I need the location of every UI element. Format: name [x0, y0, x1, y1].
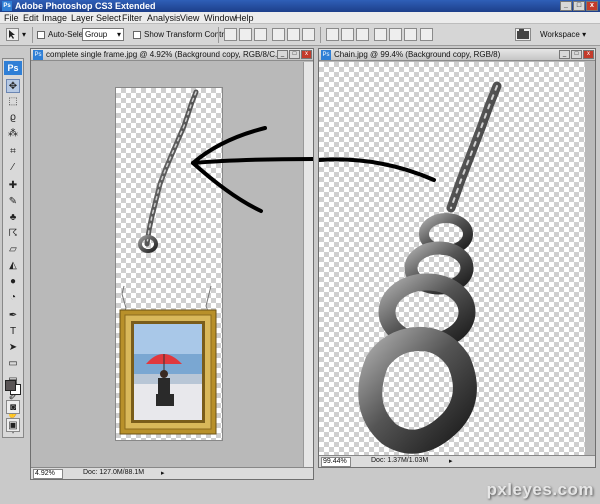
- doc-close-button[interactable]: x: [301, 50, 312, 59]
- menu-view[interactable]: View: [180, 13, 199, 23]
- doc-size-info[interactable]: Doc: 1.37M/1.03M: [371, 457, 428, 464]
- menu-layer[interactable]: Layer: [71, 13, 94, 23]
- quick-mask-icon[interactable]: ◙: [6, 400, 20, 414]
- status-menu-arrow[interactable]: ▸: [449, 457, 453, 465]
- healing-brush-tool-icon[interactable]: ✚: [6, 179, 20, 193]
- align-hcenter-icon[interactable]: [287, 28, 300, 41]
- document-title: complete single frame.jpg @ 4.92% (Backg…: [46, 50, 282, 59]
- distribute-right-icon[interactable]: [404, 28, 417, 41]
- photoshop-doc-icon: Ps: [33, 50, 43, 60]
- crop-tool-icon[interactable]: ⌗: [6, 145, 20, 159]
- canvas[interactable]: [319, 62, 585, 455]
- document-tab[interactable]: Ps Chain.jpg @ 99.4% (Background copy, R…: [319, 49, 595, 61]
- show-transform-checkbox[interactable]: [133, 31, 141, 39]
- auto-align-icon[interactable]: [420, 28, 433, 41]
- separator: [32, 27, 33, 43]
- brush-tool-icon[interactable]: ✎: [6, 195, 20, 209]
- doc-window-controls: _ □ x: [559, 50, 594, 59]
- paint-bucket-tool-icon[interactable]: ◭: [6, 259, 20, 273]
- document-window-frame: Ps complete single frame.jpg @ 4.92% (Ba…: [30, 48, 314, 480]
- blur-tool-icon[interactable]: ●: [6, 275, 20, 289]
- doc-maximize-button[interactable]: □: [289, 50, 300, 59]
- chevron-down-icon: ▾: [116, 30, 121, 39]
- magic-wand-tool-icon[interactable]: ⁂: [6, 127, 20, 141]
- show-transform-label: Show Transform Controls: [144, 30, 235, 39]
- slice-tool-icon[interactable]: ⁄: [6, 161, 20, 175]
- align-bottom-icon[interactable]: [254, 28, 267, 41]
- distribute-bottom-icon[interactable]: [356, 28, 369, 41]
- separator: [320, 27, 321, 43]
- zoom-field[interactable]: 4.92%: [33, 469, 63, 479]
- document-title: Chain.jpg @ 99.4% (Background copy, RGB/…: [334, 50, 501, 59]
- minimize-button[interactable]: _: [560, 1, 572, 11]
- arrow-annotation: [191, 126, 313, 213]
- window-controls: _ □ x: [560, 1, 598, 11]
- menu-help[interactable]: Help: [235, 13, 254, 23]
- menu-window[interactable]: Window: [204, 13, 236, 23]
- history-brush-tool-icon[interactable]: ☈: [6, 227, 20, 241]
- move-tool-icon[interactable]: ✥: [6, 79, 20, 93]
- doc-close-button[interactable]: x: [583, 50, 594, 59]
- doc-maximize-button[interactable]: □: [571, 50, 582, 59]
- menu-image[interactable]: Image: [42, 13, 67, 23]
- menu-analysis[interactable]: Analysis: [147, 13, 181, 23]
- maximize-button[interactable]: □: [573, 1, 585, 11]
- eraser-tool-icon[interactable]: ▱: [6, 243, 20, 257]
- photoshop-doc-icon: Ps: [321, 50, 331, 60]
- align-right-icon[interactable]: [302, 28, 315, 41]
- move-tool-preset-icon[interactable]: [6, 28, 19, 41]
- status-bar: 99.44% Doc: 1.37M/1.03M ▸: [319, 455, 595, 467]
- align-top-icon[interactable]: [224, 28, 237, 41]
- menu-select[interactable]: Select: [96, 13, 121, 23]
- document-window-chain: Ps Chain.jpg @ 99.4% (Background copy, R…: [318, 48, 596, 468]
- auto-select-value: Group: [85, 30, 108, 39]
- menu-edit[interactable]: Edit: [23, 13, 39, 23]
- workspace-button[interactable]: Workspace ▾: [540, 30, 586, 39]
- doc-minimize-button[interactable]: _: [277, 50, 288, 59]
- watermark-text: pxleyes.com: [486, 480, 594, 499]
- title-bar: Ps Adobe Photoshop CS3 Extended _ □ x: [0, 0, 600, 12]
- distribute-left-icon[interactable]: [374, 28, 387, 41]
- doc-window-controls: _ □ x: [277, 50, 312, 59]
- separator: [218, 27, 219, 43]
- align-left-icon[interactable]: [272, 28, 285, 41]
- photoshop-logo: Ps: [4, 61, 22, 75]
- close-button[interactable]: x: [586, 1, 598, 11]
- clone-stamp-tool-icon[interactable]: ♣: [6, 211, 20, 225]
- doc-minimize-button[interactable]: _: [559, 50, 570, 59]
- photoshop-app-icon: Ps: [2, 1, 12, 11]
- menu-bar: File Edit Image Layer Select Filter Anal…: [0, 12, 600, 24]
- distribute-vcenter-icon[interactable]: [341, 28, 354, 41]
- status-bar: 4.92% Doc: 127.0M/88.1M ▸: [31, 467, 313, 479]
- options-bar: ▾ Auto-Select: Group ▾ Show Transform Co…: [0, 24, 600, 46]
- chain-image-large: [319, 81, 502, 454]
- auto-select-dropdown[interactable]: Group ▾: [82, 28, 124, 41]
- menu-file[interactable]: File: [4, 13, 19, 23]
- dodge-tool-icon[interactable]: ◔: [6, 291, 20, 305]
- status-menu-arrow[interactable]: ▸: [161, 469, 165, 477]
- workspace-icon[interactable]: [515, 28, 531, 41]
- pen-tool-icon[interactable]: ✒: [6, 309, 20, 323]
- type-tool-icon[interactable]: T: [6, 325, 20, 339]
- zoom-field[interactable]: 99.44%: [321, 457, 351, 467]
- marquee-tool-icon[interactable]: ⬚: [6, 95, 20, 109]
- distribute-top-icon[interactable]: [326, 28, 339, 41]
- tool-preset-arrow[interactable]: ▾: [22, 30, 26, 39]
- screen-mode-icon[interactable]: ▣: [6, 418, 20, 432]
- lasso-tool-icon[interactable]: ϱ: [6, 111, 20, 125]
- auto-select-checkbox[interactable]: [37, 31, 45, 39]
- document-tab[interactable]: Ps complete single frame.jpg @ 4.92% (Ba…: [31, 49, 313, 61]
- path-selection-tool-icon[interactable]: ➤: [6, 341, 20, 355]
- menu-filter[interactable]: Filter: [122, 13, 142, 23]
- distribute-hcenter-icon[interactable]: [389, 28, 402, 41]
- align-vcenter-icon[interactable]: [239, 28, 252, 41]
- foreground-color-swatch[interactable]: [5, 380, 16, 391]
- doc-size-info[interactable]: Doc: 127.0M/88.1M: [83, 469, 144, 476]
- shape-tool-icon[interactable]: ▭: [6, 357, 20, 371]
- app-title: Adobe Photoshop CS3 Extended: [15, 1, 156, 11]
